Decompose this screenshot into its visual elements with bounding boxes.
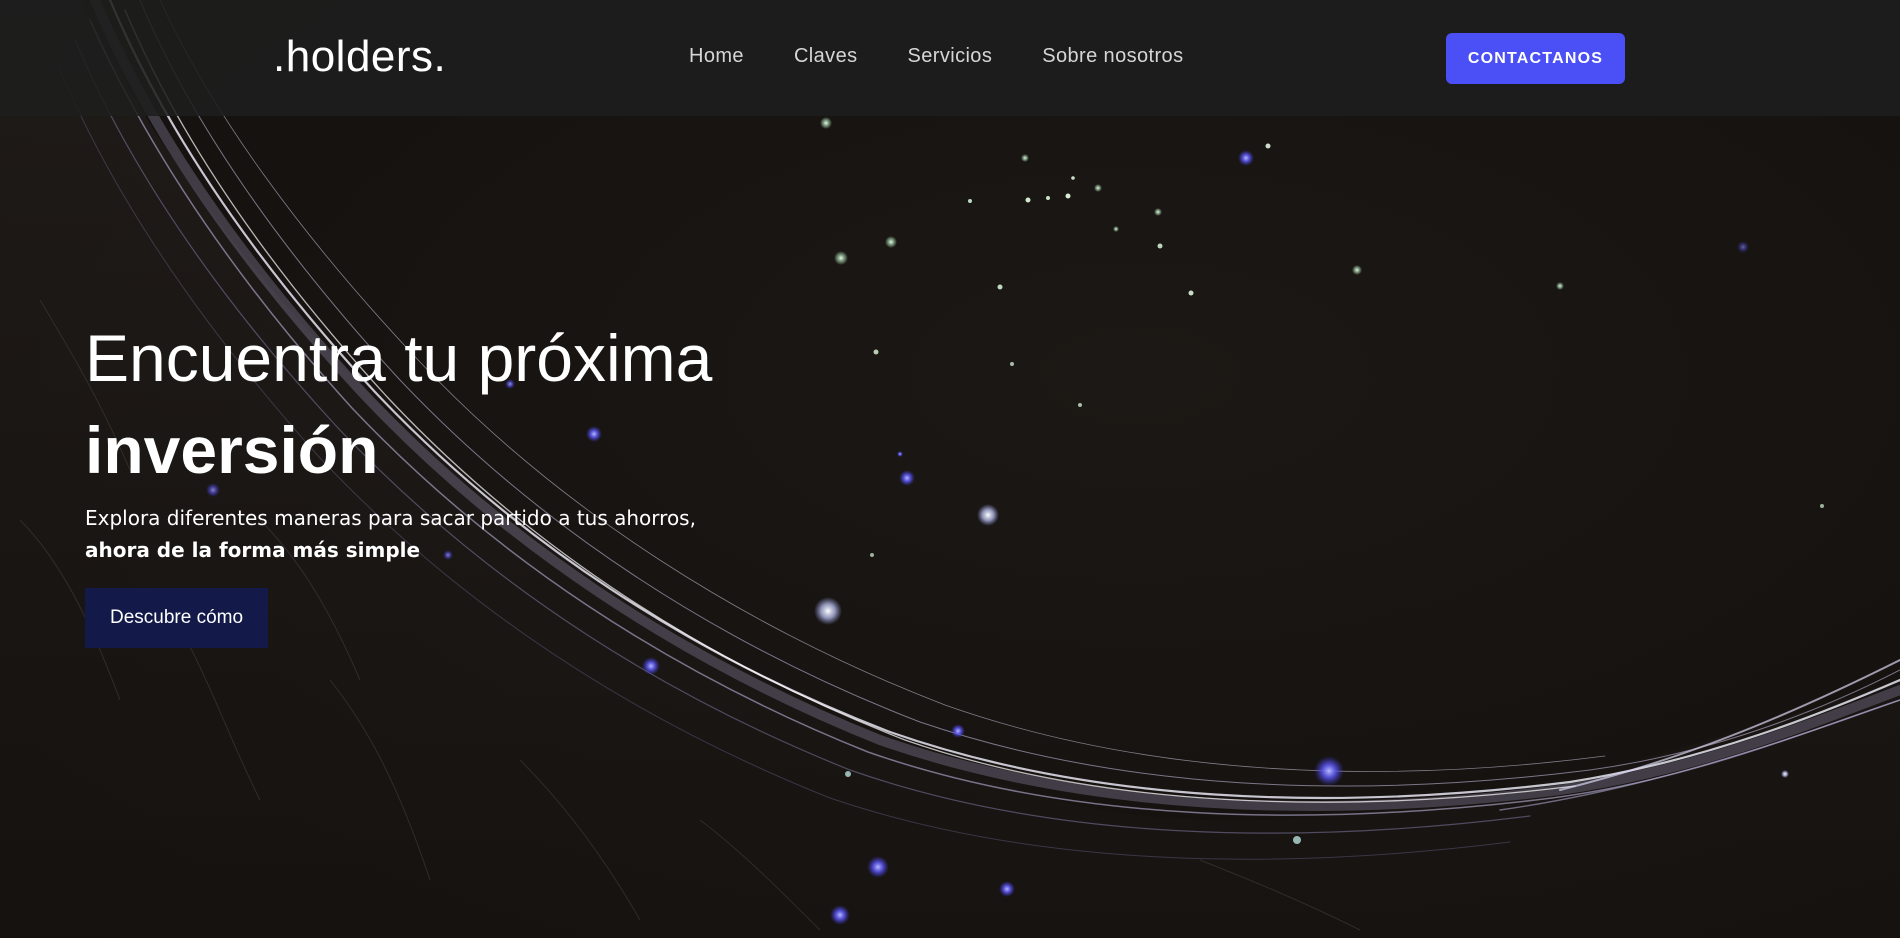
hero-subtitle-line2: ahora de la forma más simple: [85, 538, 421, 562]
main-nav: Home Claves Servicios Sobre nosotros: [689, 45, 1183, 68]
navbar: .holders. Home Claves Servicios Sobre no…: [0, 0, 1900, 116]
discover-button[interactable]: Descubre cómo: [85, 588, 268, 648]
nav-link-home[interactable]: Home: [689, 45, 744, 68]
hero-title-emphasis: inversión: [85, 413, 379, 487]
page: .holders. Home Claves Servicios Sobre no…: [0, 0, 1900, 938]
contact-button[interactable]: CONTACTANOS: [1446, 33, 1625, 84]
hero-subtitle-line1: Explora diferentes maneras para sacar pa…: [85, 506, 696, 530]
nav-link-servicios[interactable]: Servicios: [908, 45, 993, 68]
hero-section: Encuentra tu próxima inversión Explora d…: [85, 318, 712, 648]
brand-logo[interactable]: .holders.: [273, 32, 446, 82]
hero-title: Encuentra tu próxima: [85, 321, 713, 395]
hero-subtitle: Explora diferentes maneras para sacar pa…: [85, 502, 712, 566]
nav-link-sobre-nosotros[interactable]: Sobre nosotros: [1042, 45, 1183, 68]
nav-link-claves[interactable]: Claves: [794, 45, 858, 68]
